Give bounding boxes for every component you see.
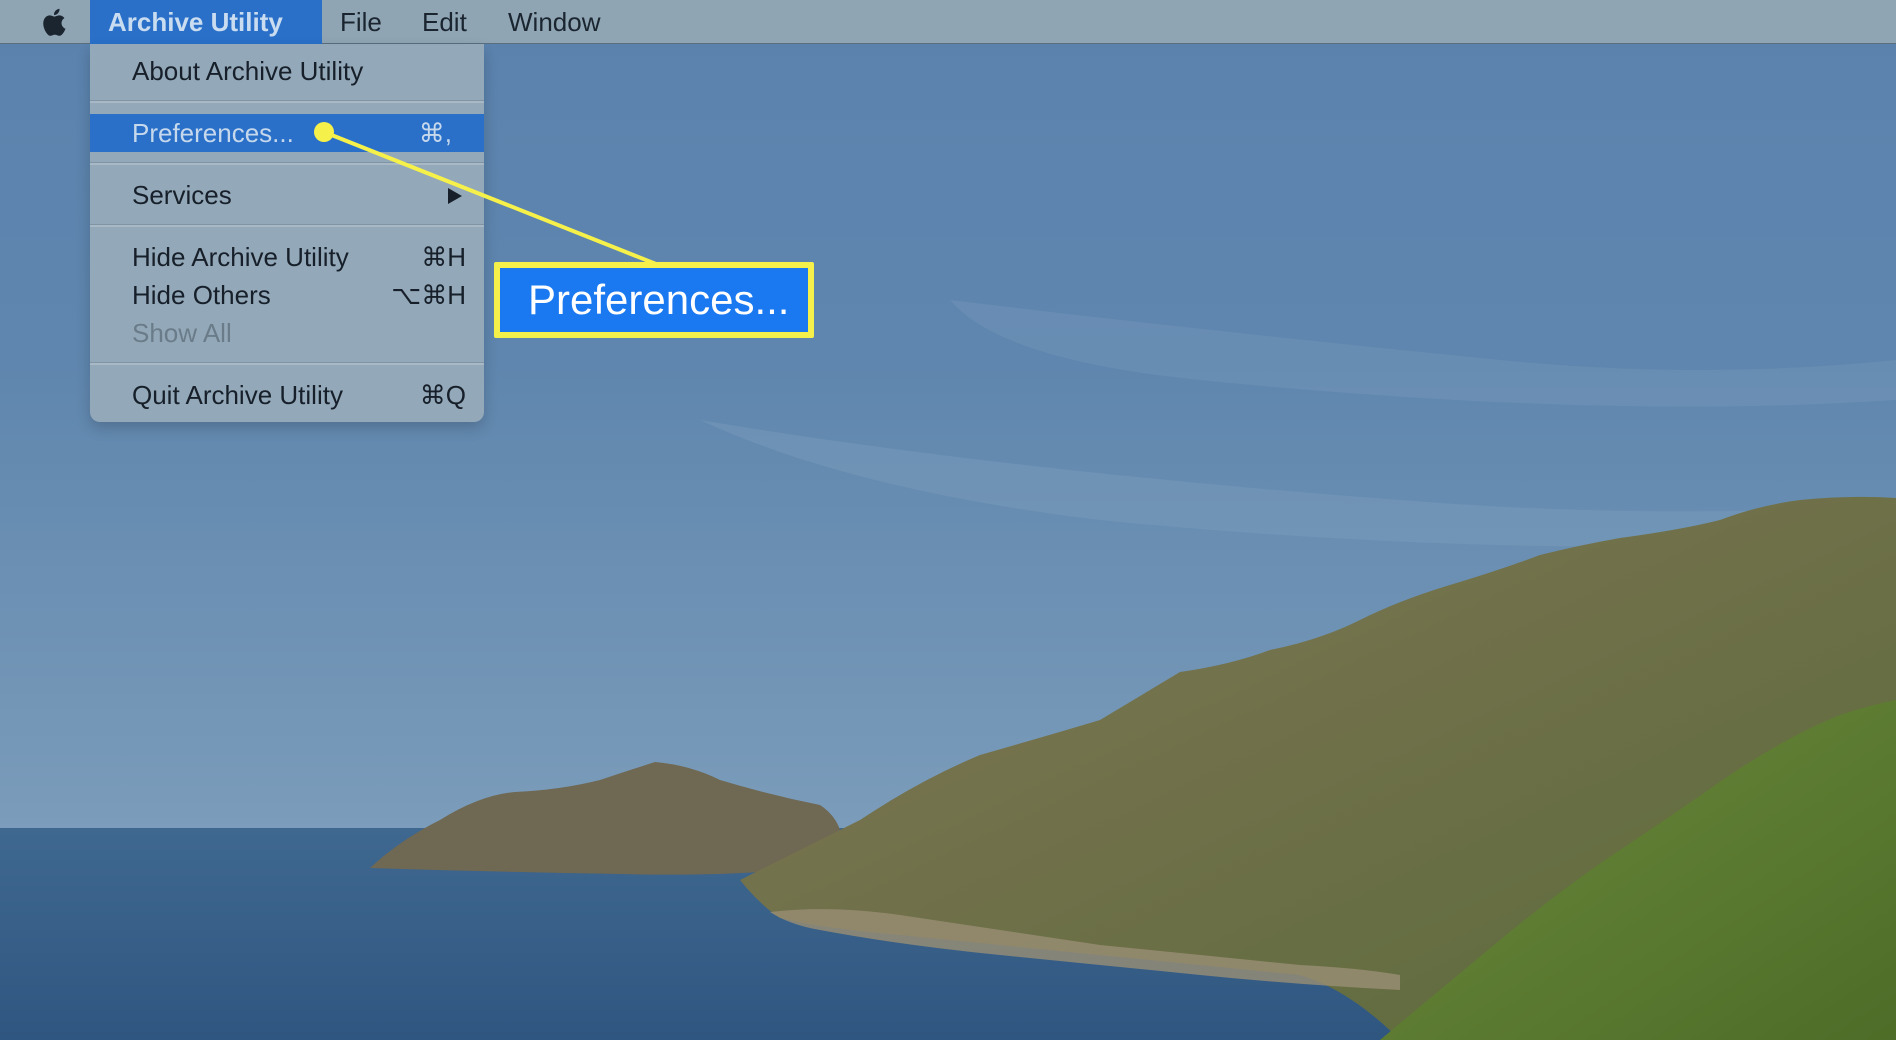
menu-item-shortcut: ⌥⌘H: [391, 280, 466, 310]
menu-item-preferences[interactable]: Preferences... ⌘,: [90, 114, 484, 152]
apple-logo-icon[interactable]: [40, 6, 70, 38]
menu-item-about[interactable]: About Archive Utility: [90, 52, 484, 90]
menu-item-hide-app[interactable]: Hide Archive Utility ⌘H: [90, 238, 484, 276]
submenu-arrow-icon: [448, 188, 462, 204]
callout-dot: [314, 122, 334, 142]
app-menu-dropdown: About Archive Utility Preferences... ⌘, …: [90, 44, 484, 422]
menu-item-show-all: Show All: [90, 314, 484, 352]
menu-item-quit[interactable]: Quit Archive Utility ⌘Q: [90, 376, 484, 414]
preferences-callout: Preferences...: [494, 262, 814, 338]
menu-separator: [90, 224, 484, 227]
menu-separator: [90, 100, 484, 103]
menubar-file[interactable]: File: [322, 0, 400, 44]
menu-item-label: Services: [132, 180, 232, 210]
menu-item-label: Hide Others: [132, 280, 271, 310]
menubar-app-archive-utility[interactable]: Archive Utility: [90, 0, 322, 44]
menu-item-label: About Archive Utility: [132, 56, 364, 86]
desktop: Archive Utility File Edit Window About A…: [0, 0, 1896, 1040]
menu-separator: [90, 362, 484, 365]
menubar-window[interactable]: Window: [490, 0, 618, 44]
menu-item-shortcut: ⌘Q: [419, 380, 466, 410]
menu-item-label: Hide Archive Utility: [132, 242, 349, 272]
menu-item-label: Preferences...: [132, 118, 294, 148]
menu-separator: [90, 162, 484, 165]
callout-label: Preferences...: [528, 276, 790, 323]
menu-item-label: Show All: [132, 318, 232, 348]
menu-item-shortcut: ⌘,: [418, 118, 452, 148]
menu-item-hide-others[interactable]: Hide Others ⌥⌘H: [90, 276, 484, 314]
menubar-edit[interactable]: Edit: [404, 0, 485, 44]
menu-item-services[interactable]: Services: [90, 176, 484, 214]
menu-bar: Archive Utility File Edit Window: [0, 0, 1896, 44]
menu-item-label: Quit Archive Utility: [132, 380, 343, 410]
menu-item-shortcut: ⌘H: [421, 242, 466, 272]
